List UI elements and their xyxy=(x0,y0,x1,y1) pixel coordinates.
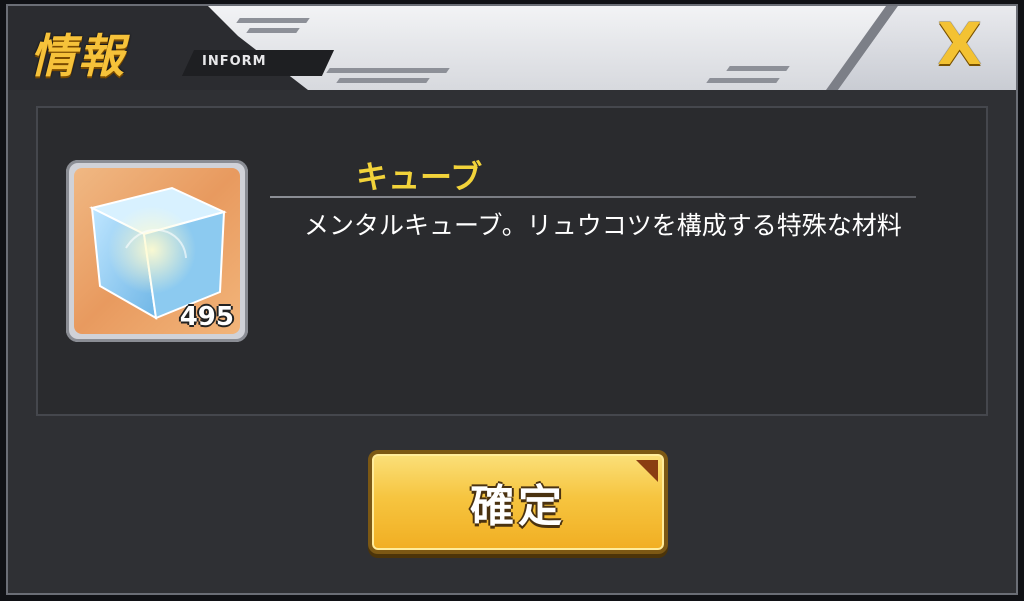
header-stripe xyxy=(246,28,300,33)
info-dialog: 情報 INFORM X 495 キューブ メンタルキューブ。リュウコツを構成する… xyxy=(6,4,1018,595)
header-stripe xyxy=(706,78,780,83)
item-name: キューブ xyxy=(356,158,483,196)
item-icon-frame: 495 xyxy=(66,160,248,342)
confirm-button[interactable]: 確定 xyxy=(368,450,668,554)
item-description: メンタルキューブ。リュウコツを構成する特殊な材料 xyxy=(304,211,902,240)
header-stripe xyxy=(326,68,450,73)
header-stripe xyxy=(236,18,310,23)
dialog-subtitle: INFORM xyxy=(202,54,267,69)
header-stripe xyxy=(336,78,430,83)
close-button[interactable]: X xyxy=(937,14,982,74)
header-stripe xyxy=(726,66,790,71)
confirm-button-label: 確定 xyxy=(470,481,566,532)
name-divider xyxy=(270,196,916,198)
dialog-title: 情報 xyxy=(30,29,126,83)
item-icon-background: 495 xyxy=(74,168,240,334)
item-count: 495 xyxy=(179,302,234,332)
dialog-header: 情報 INFORM X xyxy=(8,6,1016,90)
